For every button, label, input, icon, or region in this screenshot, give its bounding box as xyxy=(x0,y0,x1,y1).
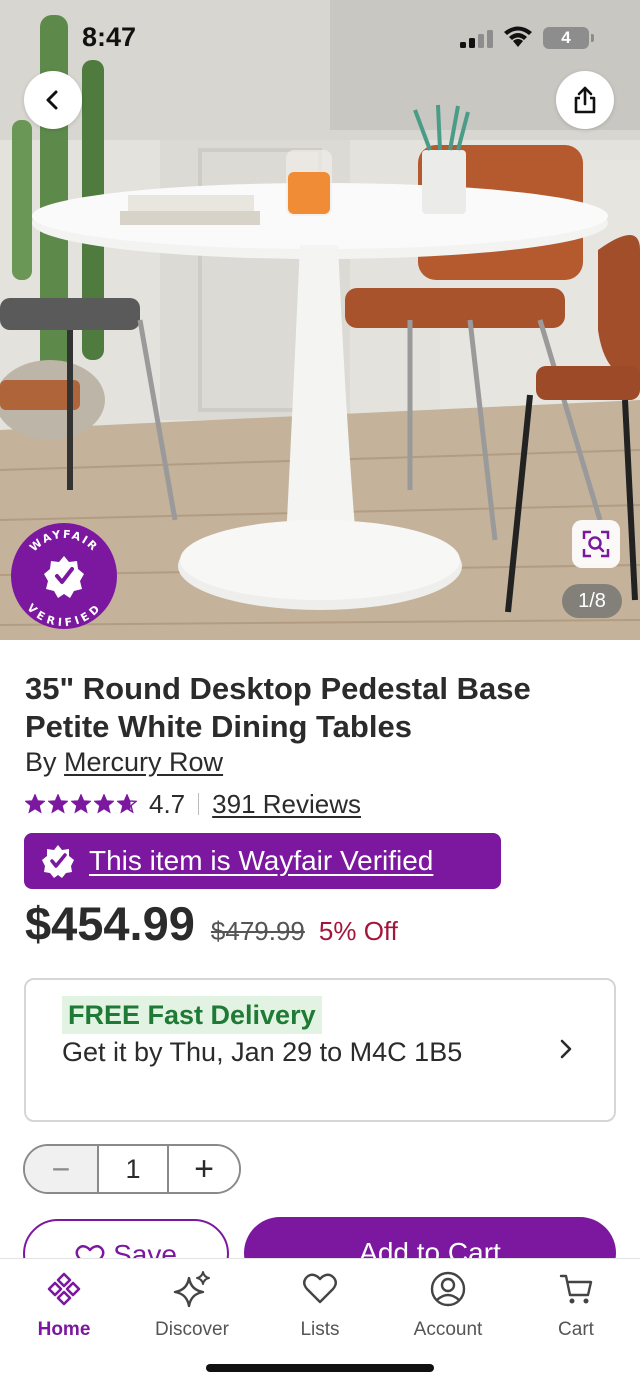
star-icon xyxy=(94,794,114,814)
account-icon xyxy=(430,1271,466,1307)
share-icon xyxy=(574,86,596,114)
rating-row: 4.7 391 Reviews xyxy=(25,787,361,821)
chevron-left-icon xyxy=(46,90,58,110)
cellular-signal-icon xyxy=(460,30,493,48)
brand-link[interactable]: Mercury Row xyxy=(64,747,223,777)
product-image[interactable]: 8:47 4 WAYFAIR VERIFIED 1/8 xyxy=(0,0,640,640)
rating-divider xyxy=(198,793,200,815)
rating-value: 4.7 xyxy=(149,788,186,819)
status-time: 8:47 xyxy=(82,22,137,52)
nav-item-cart[interactable]: Cart xyxy=(512,1269,640,1341)
nav-item-home[interactable]: Home xyxy=(0,1269,128,1341)
back-button[interactable] xyxy=(24,71,82,129)
share-button[interactable] xyxy=(556,71,614,129)
price-row: $454.99 $479.99 5% Off xyxy=(25,896,398,954)
reviews-link[interactable]: 391 Reviews xyxy=(212,789,361,820)
nav-item-discover[interactable]: Discover xyxy=(128,1269,256,1341)
home-indicator xyxy=(206,1364,434,1372)
heart-icon xyxy=(303,1273,337,1304)
image-counter: 1/8 xyxy=(562,584,622,618)
star-icon xyxy=(48,794,68,814)
increase-quantity-button[interactable]: + xyxy=(169,1146,239,1192)
wayfair-verified-seal-graphic: WAYFAIR VERIFIED xyxy=(11,523,117,629)
cart-icon xyxy=(559,1274,593,1304)
wayfair-verified-seal: WAYFAIR VERIFIED xyxy=(10,522,118,630)
star-icon xyxy=(71,794,91,814)
original-price: $479.99 xyxy=(210,916,305,946)
home-icon xyxy=(47,1272,81,1306)
wifi-icon xyxy=(504,26,532,47)
quantity-stepper: − 1 + xyxy=(23,1144,241,1194)
status-bar: 8:47 4 xyxy=(0,0,640,76)
wayfair-verified-banner[interactable]: This item is Wayfair Verified xyxy=(24,833,501,889)
visual-search-icon xyxy=(582,530,610,558)
nav-label-home: Home xyxy=(37,1319,91,1340)
chevron-right-icon xyxy=(560,1039,572,1059)
sparkle-icon xyxy=(173,1271,210,1308)
nav-item-lists[interactable]: Lists xyxy=(256,1269,384,1341)
visual-search-button[interactable] xyxy=(572,520,620,568)
verified-badge-icon xyxy=(42,845,74,878)
by-prefix: By xyxy=(25,747,57,777)
star-rating xyxy=(25,794,137,814)
free-delivery-badge: FREE Fast Delivery xyxy=(62,996,322,1034)
battery-tip xyxy=(591,34,594,42)
nav-label-lists: Lists xyxy=(300,1319,340,1340)
nav-label-account: Account xyxy=(413,1319,483,1340)
quantity-value[interactable]: 1 xyxy=(97,1146,169,1192)
verified-text: This item is Wayfair Verified xyxy=(89,845,434,876)
bottom-navigation: Home Discover Lists Account Cart xyxy=(0,1258,640,1384)
nav-label-discover: Discover xyxy=(155,1319,229,1340)
product-title: 35" Round Desktop Pedestal Base Petite W… xyxy=(25,671,531,744)
star-icon xyxy=(117,794,137,814)
current-price: $454.99 xyxy=(25,897,195,950)
battery-indicator: 4 xyxy=(543,27,589,49)
delivery-card[interactable]: FREE Fast Delivery Get it by Thu, Jan 29… xyxy=(24,978,616,1122)
nav-item-account[interactable]: Account xyxy=(384,1269,512,1341)
delivery-estimate: Get it by Thu, Jan 29 to M4C 1B5 xyxy=(62,1037,463,1067)
discount-label: 5% Off xyxy=(318,916,398,946)
product-byline: By Mercury Row xyxy=(25,747,223,778)
star-icon xyxy=(25,794,45,814)
nav-label-cart: Cart xyxy=(558,1319,594,1340)
decrease-quantity-button[interactable]: − xyxy=(25,1146,97,1192)
